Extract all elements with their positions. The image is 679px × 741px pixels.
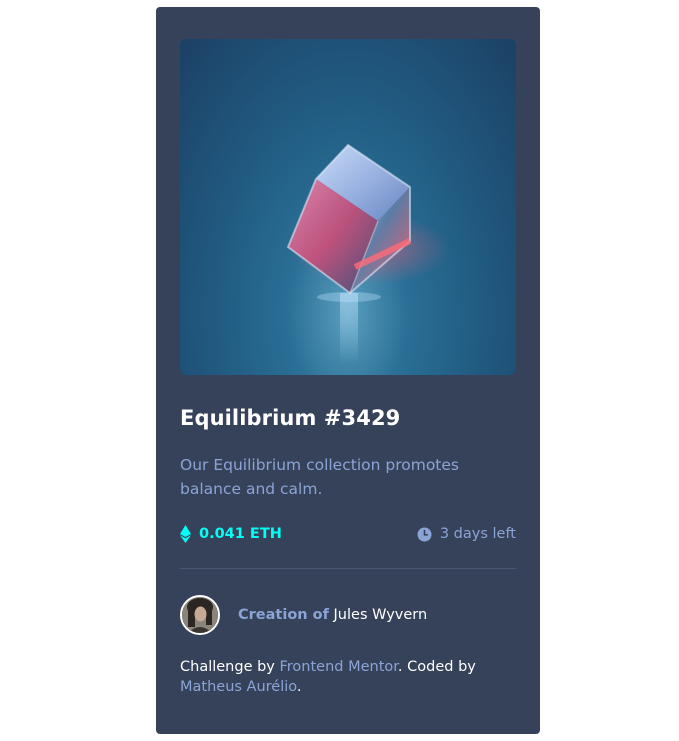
time-left: 3 days left [417, 526, 516, 542]
equilibrium-image[interactable] [180, 39, 516, 375]
nft-meta-row: 0.041 ETH 3 days left [180, 522, 516, 546]
price: 0.041 ETH [180, 525, 282, 543]
nft-card: Equilibrium #3429 Our Equilibrium collec… [156, 7, 540, 734]
creator-prefix: Creation of [238, 607, 329, 623]
attribution-prefix: Challenge by [180, 659, 280, 675]
creator-name[interactable]: Jules Wyvern [334, 607, 428, 623]
frontend-mentor-link[interactable]: Frontend Mentor [280, 659, 398, 675]
creator-text: Creation of Jules Wyvern [238, 607, 427, 623]
ethereum-icon [180, 525, 191, 543]
clock-icon [417, 527, 432, 542]
divider [180, 568, 516, 569]
nft-title[interactable]: Equilibrium #3429 [180, 405, 516, 431]
time-left-value: 3 days left [439, 526, 516, 542]
attribution: Challenge by Frontend Mentor. Coded by M… [180, 657, 516, 697]
nft-description: Our Equilibrium collection promotes bala… [180, 456, 459, 498]
attribution-suffix: . [296, 679, 302, 695]
avatar [180, 595, 220, 635]
price-value: 0.041 ETH [199, 526, 282, 542]
attribution-middle: . Coded by [397, 659, 476, 675]
creator-row: Creation of Jules Wyvern [180, 595, 516, 635]
author-link[interactable]: Matheus Aurélio [180, 679, 297, 695]
